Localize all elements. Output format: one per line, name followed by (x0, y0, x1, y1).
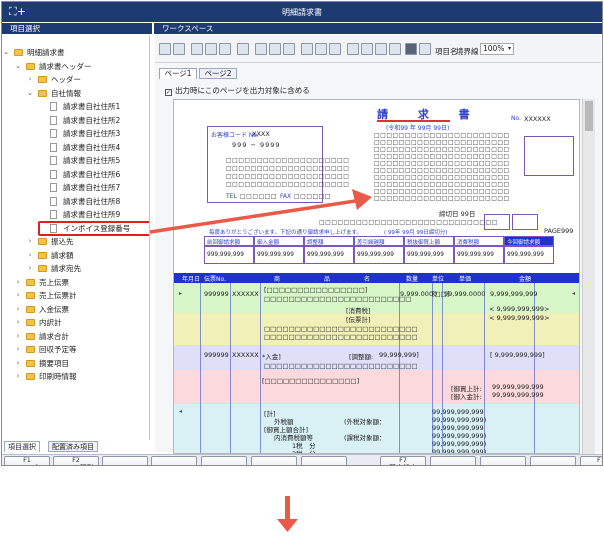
down-arrow-shaft (285, 496, 290, 522)
annotation-overlay (149, 189, 372, 532)
pointer-arrowhead (352, 189, 372, 210)
down-arrow-head (277, 519, 298, 532)
pointer-arrow-line (149, 198, 363, 234)
